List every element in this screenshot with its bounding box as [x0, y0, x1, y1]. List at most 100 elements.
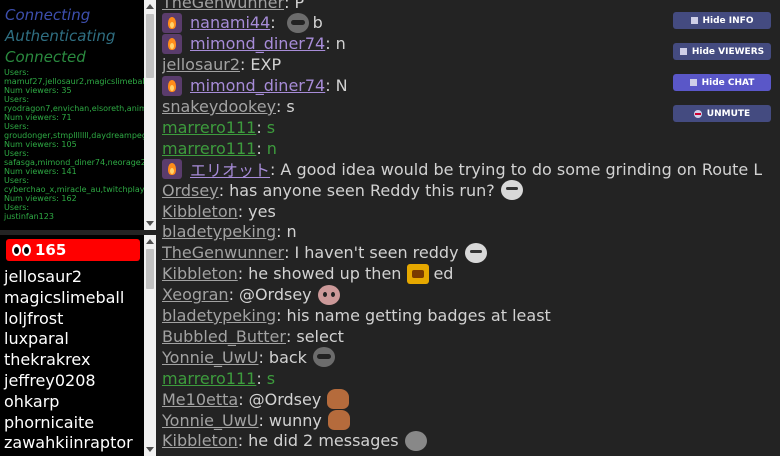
chat-message: Yonnie_UwU: back — [162, 347, 335, 368]
chat-message: nanami44: b — [162, 12, 323, 33]
hide-viewers-button[interactable]: Hide VIEWERS — [673, 43, 771, 60]
viewer-name[interactable]: loljfrost — [4, 309, 144, 330]
viewer-name[interactable]: zawahkiinraptor — [4, 433, 144, 454]
info-viewer-count: Num viewers: 141 — [4, 167, 77, 176]
info-users-list: groudonger,stmplllllll,daydreampega,ju — [4, 131, 144, 140]
chat-separator: : — [258, 347, 264, 367]
info-users-label: Users: — [4, 68, 30, 77]
scroll-down-arrow-icon[interactable] — [146, 221, 154, 226]
muted-speaker-icon — [693, 109, 702, 118]
chat-username[interactable]: TheGenwunner — [162, 0, 284, 12]
chat-username[interactable]: TheGenwunner — [162, 243, 284, 262]
chat-username[interactable]: snakeydookey — [162, 97, 276, 116]
viewers-scrollbar[interactable] — [144, 235, 156, 456]
hide-viewers-label: Hide VIEWERS — [691, 46, 765, 57]
viewer-name[interactable]: thekrakrex — [4, 350, 144, 371]
chat-text: wunny — [268, 410, 322, 430]
chat-text-after: ed — [433, 264, 454, 284]
chat-message: snakeydookey: s — [162, 97, 295, 117]
chat-separator: : — [270, 159, 276, 179]
gear-emote-icon — [404, 430, 427, 451]
info-users-list: ryodragon7,envichan,elsoreth,animelo — [4, 104, 144, 113]
chat-separator: : — [237, 264, 244, 284]
chat-username[interactable]: Kibbleton — [162, 202, 238, 221]
pink-emote-icon — [317, 284, 340, 305]
chat-log[interactable]: TheGenwunner: Pnanami44: b mimond_diner74: n… — [162, 0, 762, 456]
chat-separator: : — [237, 201, 244, 221]
flame-badge-icon — [162, 12, 182, 33]
viewer-name[interactable]: luxparal — [4, 329, 144, 350]
chat-username[interactable]: エリオット — [190, 157, 270, 181]
chat-text: s — [266, 117, 276, 137]
chat-text: select — [296, 326, 344, 346]
scroll-up-arrow-icon[interactable] — [146, 239, 154, 244]
chat-username[interactable]: nanami44 — [190, 13, 270, 32]
chat-message: marrero111: n — [162, 138, 277, 158]
scroll-up-arrow-icon[interactable] — [146, 4, 154, 9]
info-scrollbar[interactable] — [144, 0, 156, 230]
square-icon — [689, 79, 697, 86]
chat-username[interactable]: bladetypeking — [162, 306, 276, 325]
chat-message: Kibbleton: he did 2 messages — [162, 430, 427, 451]
chat-message: TheGenwunner: I haven't seen reddy — [162, 242, 487, 263]
chat-username[interactable]: marrero111 — [162, 118, 256, 137]
chat-username[interactable]: jellosaur2 — [162, 55, 240, 74]
chat-message: mimond_diner74: N — [162, 75, 348, 96]
chat-username[interactable]: mimond_diner74 — [190, 34, 325, 53]
chat-separator: : — [284, 0, 290, 12]
eyes-icon — [12, 244, 32, 256]
raccoon-emote-icon — [312, 347, 335, 368]
hide-info-button[interactable]: Hide INFO — [673, 12, 771, 29]
chat-separator: : — [285, 326, 292, 346]
chat-text: N — [335, 76, 348, 96]
viewer-name[interactable]: magicslimeball — [4, 288, 144, 309]
info-users-label: Users: — [4, 122, 30, 131]
raccoon-emote-icon — [286, 12, 309, 33]
flame-badge-icon — [162, 33, 182, 54]
chat-text: s — [286, 97, 295, 116]
viewer-name[interactable]: ohkarp — [4, 392, 144, 413]
chat-message: marrero111: s — [162, 117, 275, 137]
chat-message: bladetypeking: n — [162, 222, 297, 242]
chat-message: Me10etta: @Ordsey — [162, 389, 350, 410]
scroll-thumb[interactable] — [146, 14, 154, 78]
chat-username[interactable]: mimond_diner74 — [190, 76, 325, 95]
hide-chat-button[interactable]: Hide CHAT — [673, 74, 771, 91]
viewer-name[interactable]: jellosaur2 — [4, 267, 144, 288]
info-entry: Users: safasga,mimond_diner74,neorage211 N… — [0, 149, 144, 176]
unmute-label: UNMUTE — [706, 108, 751, 119]
chat-username[interactable]: Yonnie_UwU — [162, 411, 259, 430]
chat-username[interactable]: Bubbled_Butter — [162, 327, 286, 346]
viewer-name[interactable]: phornicaite — [4, 413, 144, 434]
viewer-name[interactable]: jeffrey0208 — [4, 371, 144, 392]
chat-separator: : — [276, 306, 282, 325]
chat-separator: : — [228, 285, 234, 305]
chat-username[interactable]: Me10etta — [162, 390, 238, 409]
flame-badge-icon — [162, 75, 182, 96]
chat-text: b — [312, 13, 323, 33]
chat-text: EXP — [250, 55, 282, 75]
chat-message: marrero111: s — [162, 368, 275, 388]
chat-username[interactable]: marrero111 — [162, 139, 256, 158]
chat-username[interactable]: bladetypeking — [162, 222, 276, 241]
info-log: Users: mamuf27,jellosaur2,magicslimeball,… — [0, 68, 144, 221]
chat-message: TheGenwunner: P — [162, 0, 304, 12]
info-pane[interactable]: Connecting Authenticating Connected User… — [0, 0, 144, 230]
chat-separator: : — [237, 431, 244, 451]
chat-username[interactable]: Xeogran — [162, 285, 229, 304]
chat-separator: : — [256, 368, 262, 388]
hide-chat-label: Hide CHAT — [701, 77, 755, 88]
scroll-down-arrow-icon[interactable] — [146, 447, 154, 452]
chat-separator: : — [256, 138, 262, 158]
scroll-thumb[interactable] — [146, 249, 154, 289]
chat-username[interactable]: marrero111 — [162, 369, 256, 388]
chat-username[interactable]: Yonnie_UwU — [162, 348, 259, 367]
unmute-button[interactable]: UNMUTE — [673, 105, 771, 122]
viewers-pane[interactable]: 165 jellosaur2 magicslimeball loljfrost lux… — [0, 235, 144, 456]
chat-username[interactable]: Kibbleton — [162, 431, 238, 450]
info-viewer-count: Num viewers: 35 — [4, 86, 72, 95]
info-users-label: Users: — [4, 149, 30, 158]
chat-username[interactable]: Ordsey — [162, 181, 219, 200]
chat-username[interactable]: Kibbleton — [162, 264, 238, 283]
chat-text: P — [294, 0, 305, 12]
